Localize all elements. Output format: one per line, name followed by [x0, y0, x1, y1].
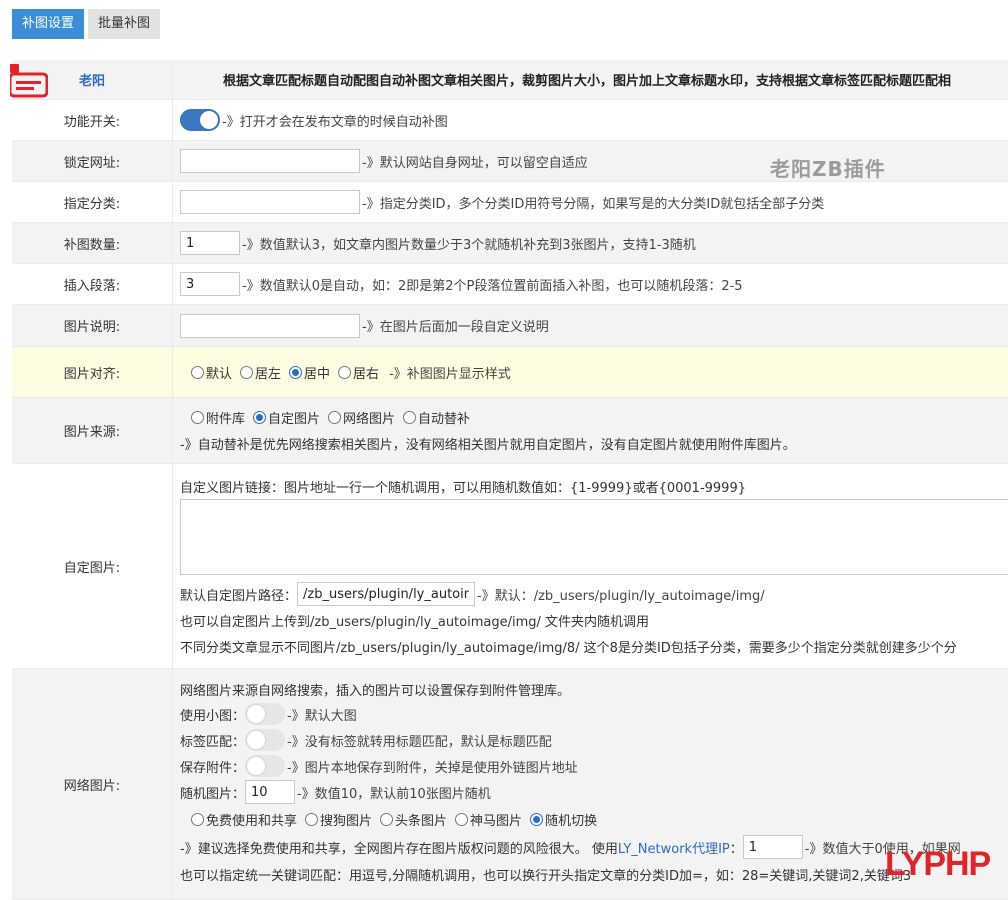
keyword-note: 也可以指定统一关键词匹配：用逗号,分隔随机调用，也可以换行开头指定文章的分类ID… — [180, 868, 912, 884]
small-image-hint: -》默认大图 — [287, 708, 357, 724]
row-enable: 功能开关: -》打开才会在发布文章的时候自动补图 — [12, 100, 1008, 141]
author-cell: 老阳 — [10, 60, 172, 99]
save-attachment-label: 保存附件： — [180, 760, 246, 776]
row-paragraph: 插入段落: -》数值默认0是自动，如：2即是第2个P段落位置前面插入补图，也可以… — [12, 264, 1008, 305]
custom-note-1: 也可以自定图片上传到/zb_users/plugin/ly_autoimage/… — [180, 614, 650, 630]
count-hint: -》数值默认3，如文章内图片数量少于3个就随机补充到3张图片，支持1-3随机 — [242, 237, 696, 253]
proxy-colon: ： — [729, 841, 743, 857]
random-image-hint: -》数值10，默认前10张图片随机 — [297, 786, 491, 802]
count-input[interactable] — [180, 231, 240, 255]
plugin-badge-icon — [10, 64, 48, 98]
source-label: 图片来源: — [63, 425, 121, 440]
tag-match-hint: -》没有标签就转用标题匹配，默认是标题匹配 — [287, 734, 552, 750]
tab-image-settings[interactable]: 补图设置 — [12, 9, 85, 39]
caption-hint: -》在图片后面加一段自定义说明 — [362, 320, 549, 335]
align-option-right[interactable]: 居右 — [338, 363, 379, 382]
row-count: 补图数量: -》数值默认3，如文章内图片数量少于3个就随机补充到3张图片，支持1… — [12, 223, 1008, 264]
category-hint: -》指定分类ID，多个分类ID用符号分隔，如果写是的大分类ID就包括全部子分类 — [362, 196, 825, 212]
watermark-text: 老阳ZB插件 — [770, 157, 886, 181]
source-option-attachment[interactable]: 附件库 — [191, 408, 245, 427]
source-option-auto[interactable]: 自动替补 — [403, 408, 470, 427]
custom-links-textarea[interactable] — [180, 499, 1008, 575]
tag-match-label: 标签匹配： — [180, 734, 246, 750]
lock-url-label: 锁定网址: — [63, 155, 121, 171]
source-option-custom[interactable]: 自定图片 — [253, 408, 320, 427]
network-option-random[interactable]: 随机切换 — [530, 810, 597, 829]
custom-path-label: 默认自定图片路径： — [180, 588, 298, 604]
caption-input[interactable] — [180, 313, 360, 338]
align-option-left[interactable]: 居左 — [240, 363, 281, 382]
network-label: 网络图片: — [63, 778, 121, 794]
row-caption: 图片说明: -》在图片后面加一段自定义说明 — [12, 305, 1008, 347]
caption-label: 图片说明: — [63, 320, 121, 335]
lock-url-input[interactable] — [180, 149, 360, 173]
align-label: 图片对齐: — [63, 366, 121, 382]
author-name: 老阳 — [78, 74, 105, 89]
source-hint: -》自动替补是优先网络搜索相关图片，没有网络相关图片就用自定图片，没有自定图片就… — [180, 438, 796, 453]
category-input[interactable] — [180, 190, 360, 214]
proxy-ip-link[interactable]: LY_Network代理IP — [618, 838, 730, 857]
align-option-center[interactable]: 居中 — [289, 363, 330, 382]
plugin-description: 根据文章匹配标题自动配图自动补图文章相关图片，裁剪图片大小，图片加上文章标题水印… — [172, 60, 1008, 99]
custom-note-2: 不同分类文章显示不同图片/zb_users/plugin/ly_autoimag… — [180, 640, 957, 656]
lock-url-hint: -》默认网站自身网址，可以留空自适应 — [362, 155, 588, 171]
tab-batch-images[interactable]: 批量补图 — [88, 9, 161, 39]
proxy-ip-input[interactable] — [742, 835, 803, 859]
network-option-free[interactable]: 免费使用和共享 — [191, 810, 297, 829]
network-option-shenma[interactable]: 神马图片 — [455, 810, 522, 829]
custom-path-hint: -》默认：/zb_users/plugin/ly_autoimage/img/ — [477, 588, 765, 604]
network-option-sogou[interactable]: 搜狗图片 — [305, 810, 372, 829]
category-label: 指定分类: — [63, 196, 121, 212]
settings-table: 老阳 根据文章匹配标题自动配图自动补图文章相关图片，裁剪图片大小，图片加上文章标… — [10, 60, 1008, 900]
custom-label: 自定图片: — [63, 560, 121, 576]
tag-match-toggle[interactable] — [245, 729, 286, 751]
save-attachment-toggle[interactable] — [245, 755, 286, 777]
paragraph-input[interactable] — [180, 272, 240, 296]
table-header-row: 老阳 根据文章匹配标题自动配图自动补图文章相关图片，裁剪图片大小，图片加上文章标… — [10, 60, 1008, 100]
enable-label: 功能开关: — [63, 114, 121, 130]
lyphp-logo: LYPHP — [885, 845, 991, 883]
network-intro: 网络图片来源自网络搜索，插入的图片可以设置保存到附件管理库。 — [180, 683, 571, 699]
paragraph-label: 插入段落: — [63, 278, 121, 294]
row-source: 图片来源: 附件库 自定图片 网络图片 自动替补 -》自动替补是优先网络搜索相关… — [12, 398, 1008, 464]
small-image-label: 使用小图： — [180, 708, 246, 724]
enable-toggle[interactable] — [180, 109, 220, 131]
small-image-toggle[interactable] — [245, 703, 286, 725]
custom-path-input[interactable] — [297, 582, 476, 606]
random-image-input[interactable] — [245, 780, 296, 804]
count-label: 补图数量: — [63, 237, 121, 253]
enable-hint: -》打开才会在发布文章的时候自动补图 — [222, 114, 448, 130]
align-option-default[interactable]: 默认 — [191, 363, 232, 382]
row-network-images: 网络图片: 网络图片来源自网络搜索，插入的图片可以设置保存到附件管理库。 使用小… — [12, 669, 1008, 900]
row-category: 指定分类: -》指定分类ID，多个分类ID用符号分隔，如果写是的大分类ID就包括… — [12, 182, 1008, 223]
random-image-label: 随机图片： — [180, 786, 246, 802]
custom-intro: 自定义图片链接：图片地址一行一个随机调用，可以用随机数值如：{1-9999}或者… — [180, 480, 746, 496]
row-custom-images: 自定图片: 自定义图片链接：图片地址一行一个随机调用，可以用随机数值如：{1-9… — [12, 464, 1008, 669]
source-option-network[interactable]: 网络图片 — [328, 408, 395, 427]
network-option-toutiao[interactable]: 头条图片 — [380, 810, 447, 829]
row-align: 图片对齐: 默认 居左 居中 居右 -》补图图片显示样式 — [12, 347, 1008, 398]
paragraph-hint: -》数值默认0是自动，如：2即是第2个P段落位置前面插入补图，也可以随机段落：2… — [242, 278, 743, 294]
tab-bar: 补图设置 批量补图 — [12, 9, 161, 39]
align-hint: -》补图图片显示样式 — [389, 366, 511, 382]
network-advice: -》建议选择免费使用和共享，全网图片存在图片版权问题的风险很大。 使用 — [180, 841, 618, 857]
save-attachment-hint: -》图片本地保存到附件，关掉是使用外链图片地址 — [287, 760, 578, 776]
